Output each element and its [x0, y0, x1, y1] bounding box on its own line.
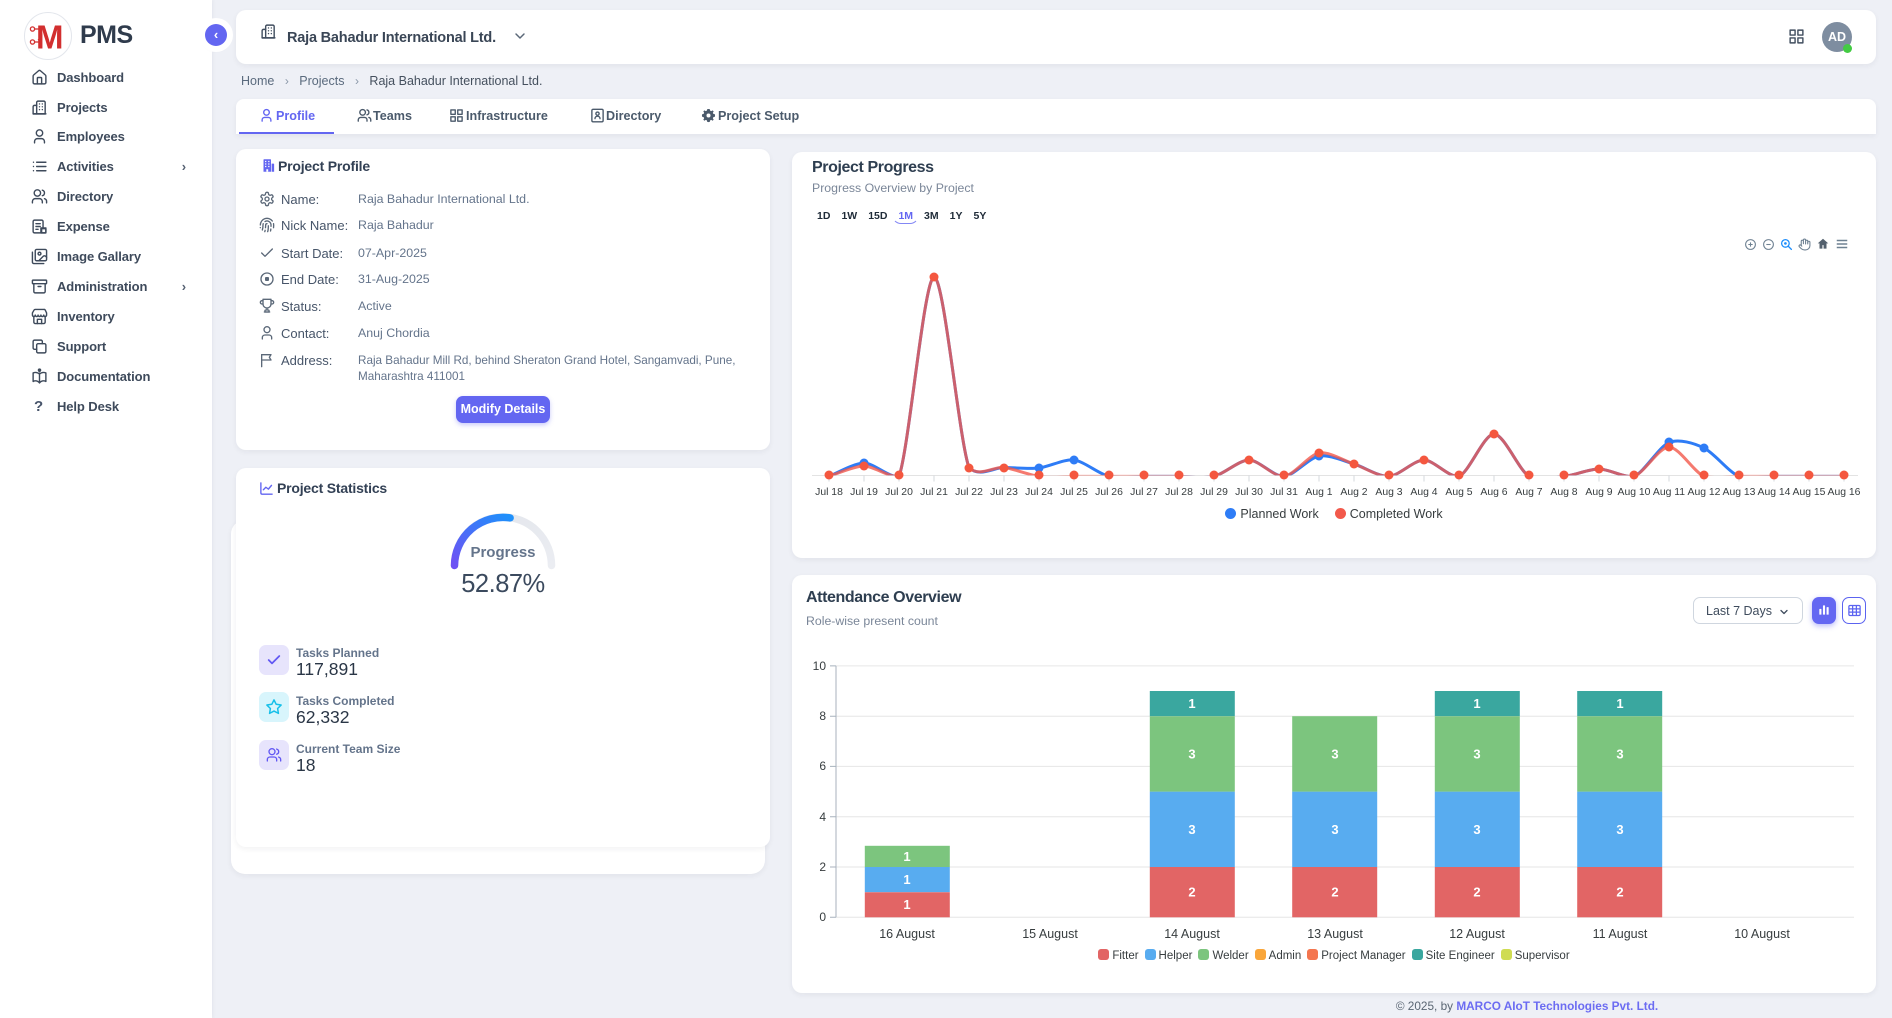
svg-text:Aug 16: Aug 16 [1828, 487, 1861, 498]
svg-text:Aug 14: Aug 14 [1758, 487, 1791, 498]
svg-text:3: 3 [1616, 746, 1623, 761]
svg-text:2: 2 [1473, 885, 1480, 900]
svg-text:Aug 6: Aug 6 [1480, 487, 1507, 498]
svg-text:Jul 27: Jul 27 [1130, 487, 1158, 498]
svg-text:Jul 26: Jul 26 [1095, 487, 1123, 498]
svg-text:3: 3 [1473, 822, 1480, 837]
svg-text:Jul 24: Jul 24 [1025, 487, 1053, 498]
svg-text:3: 3 [1188, 746, 1195, 761]
svg-text:Jul 19: Jul 19 [850, 487, 878, 498]
svg-text:1: 1 [903, 872, 910, 887]
svg-text:Aug 15: Aug 15 [1793, 487, 1826, 498]
svg-text:Jul 29: Jul 29 [1200, 487, 1228, 498]
svg-text:Aug 4: Aug 4 [1410, 487, 1437, 498]
svg-text:Aug 7: Aug 7 [1515, 487, 1542, 498]
svg-text:Aug 5: Aug 5 [1445, 487, 1472, 498]
svg-text:Aug 3: Aug 3 [1375, 487, 1402, 498]
svg-text:Jul 23: Jul 23 [990, 487, 1018, 498]
svg-text:2: 2 [819, 860, 826, 874]
svg-text:Aug 10: Aug 10 [1618, 487, 1651, 498]
svg-text:12 August: 12 August [1449, 927, 1505, 941]
svg-text:Aug 13: Aug 13 [1723, 487, 1756, 498]
svg-text:3: 3 [1616, 822, 1623, 837]
svg-text:11 August: 11 August [1593, 927, 1648, 941]
svg-text:Aug 2: Aug 2 [1340, 487, 1367, 498]
svg-text:14 August: 14 August [1164, 927, 1220, 941]
svg-text:Jul 28: Jul 28 [1165, 487, 1193, 498]
svg-text:3: 3 [1331, 746, 1338, 761]
svg-text:2: 2 [1331, 885, 1338, 900]
svg-text:Aug 9: Aug 9 [1585, 487, 1612, 498]
svg-text:M: M [36, 19, 64, 56]
svg-text:6: 6 [819, 759, 826, 773]
svg-text:4: 4 [819, 810, 826, 824]
svg-text:Jul 22: Jul 22 [955, 487, 983, 498]
svg-text:1: 1 [1473, 696, 1480, 711]
svg-text:1: 1 [1616, 696, 1623, 711]
svg-text:3: 3 [1331, 822, 1338, 837]
svg-text:Jul 18: Jul 18 [815, 487, 843, 498]
svg-text:16 August: 16 August [879, 927, 935, 941]
svg-text:1: 1 [903, 897, 910, 912]
svg-text:Jul 30: Jul 30 [1235, 487, 1263, 498]
svg-text:13 August: 13 August [1307, 927, 1363, 941]
svg-text:15 August: 15 August [1022, 927, 1078, 941]
svg-text:1: 1 [1188, 696, 1195, 711]
svg-text:Aug 11: Aug 11 [1653, 487, 1685, 498]
svg-text:2: 2 [1616, 885, 1623, 900]
svg-text:Jul 21: Jul 21 [920, 487, 948, 498]
svg-text:Aug 8: Aug 8 [1550, 487, 1577, 498]
svg-text:8: 8 [819, 709, 826, 723]
svg-text:3: 3 [1188, 822, 1195, 837]
svg-text:1: 1 [903, 849, 910, 864]
svg-text:10: 10 [813, 659, 827, 673]
svg-text:10 August: 10 August [1734, 927, 1790, 941]
svg-text:Aug 1: Aug 1 [1305, 487, 1332, 498]
svg-text:0: 0 [819, 910, 826, 924]
svg-text:2: 2 [1188, 885, 1195, 900]
svg-text:Aug 12: Aug 12 [1688, 487, 1721, 498]
svg-text:3: 3 [1473, 746, 1480, 761]
svg-text:Jul 25: Jul 25 [1060, 487, 1088, 498]
svg-text:Jul 20: Jul 20 [885, 487, 913, 498]
svg-text:Jul 31: Jul 31 [1270, 487, 1298, 498]
